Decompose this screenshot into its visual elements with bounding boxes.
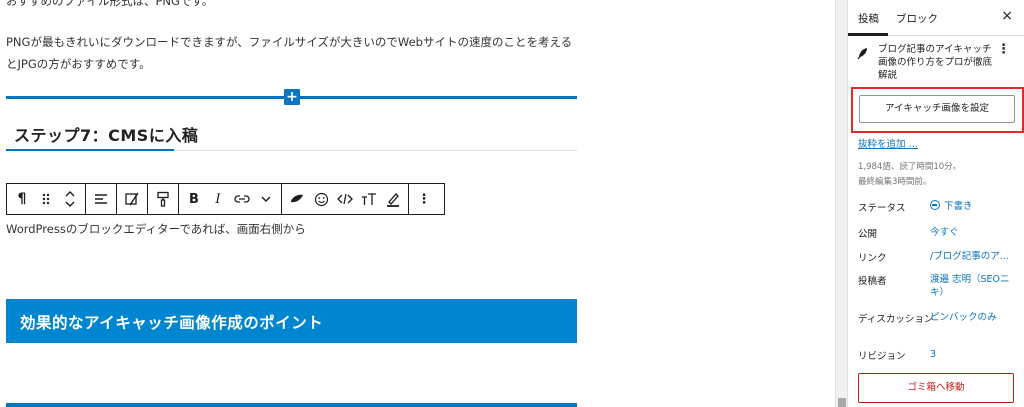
italic-button[interactable]: I xyxy=(206,184,230,214)
italic-label: I xyxy=(215,191,221,207)
style-plugin-icon[interactable] xyxy=(120,184,144,214)
code-icon[interactable] xyxy=(333,184,357,214)
tab-block[interactable]: ブロック xyxy=(896,11,938,26)
active-tab-indicator xyxy=(848,33,888,36)
bold-button[interactable]: B xyxy=(182,184,206,214)
paragraph-block[interactable]: おすすめのファイル形式は、PNGです。 xyxy=(6,0,581,12)
post-title-summary: ブログ記事のアイキャッチ画像の作り方をプロが徹底解説 xyxy=(878,44,993,81)
link-icon[interactable] xyxy=(230,184,254,214)
discussion-value[interactable]: ピンバックのみ xyxy=(930,311,1018,324)
discussion-label: ディスカッション xyxy=(858,314,934,325)
publish-label: 公開 xyxy=(858,229,878,240)
toolbar-group-paint xyxy=(148,184,179,214)
toolbar-group-options: ⋮ xyxy=(409,184,439,214)
marker-icon[interactable] xyxy=(285,184,309,214)
align-left-icon[interactable] xyxy=(89,184,113,214)
move-up-down-icon[interactable] xyxy=(58,184,82,214)
editor-scrollbar[interactable] xyxy=(835,0,847,407)
toolbar-group-format: B I xyxy=(179,184,282,214)
tab-post[interactable]: 投稿 xyxy=(858,11,879,26)
link-label: リンク xyxy=(858,253,887,264)
last-edited-text: 最終編集3時間前。 xyxy=(858,177,932,187)
feather-icon xyxy=(856,45,870,64)
chevron-down-icon[interactable] xyxy=(254,184,278,214)
status-value-text: 下書き xyxy=(944,201,973,212)
paragraph-icon[interactable]: ¶ xyxy=(10,184,34,214)
paragraph-block[interactable]: PNGが最もきれいにダウンロードできますが、ファイルサイズが大きいのでWebサイ… xyxy=(6,31,581,75)
set-featured-image-button[interactable]: アイキャッチ画像を設定 xyxy=(859,95,1015,123)
sidebar-tabs: 投稿 ブロック × xyxy=(848,0,1024,36)
highlight-pen-icon[interactable] xyxy=(381,184,405,214)
toolbar-group-align xyxy=(86,184,117,214)
heading-underline-accent xyxy=(6,149,174,151)
more-options-symbol: ⋮ xyxy=(417,191,431,207)
bold-label: B xyxy=(189,191,199,207)
toolbar-group-block: ¶ xyxy=(7,184,86,214)
emoji-icon[interactable] xyxy=(309,184,333,214)
move-to-trash-button[interactable]: ゴミ箱へ移動 xyxy=(858,373,1014,403)
more-options-icon[interactable]: ⋮ xyxy=(412,184,436,214)
toolbar-group-plugin xyxy=(117,184,148,214)
publish-value[interactable]: 今すぐ xyxy=(930,226,1018,239)
heading-block-h3[interactable]: ステップ7：CMSに入稿 xyxy=(14,122,198,146)
close-icon[interactable]: × xyxy=(1001,8,1013,24)
revisions-value[interactable]: 3 xyxy=(930,348,1018,361)
paint-roller-icon[interactable] xyxy=(151,184,175,214)
font-size-icon[interactable] xyxy=(357,184,381,214)
permalink-value[interactable]: /ブログ記事のア... xyxy=(930,250,1018,263)
heading-block-h2[interactable]: 効果的なアイキャッチ画像作成のポイント xyxy=(6,299,577,343)
drag-handle-icon[interactable] xyxy=(34,184,58,214)
add-excerpt-link[interactable]: 抜粋を追加 … xyxy=(858,136,918,150)
word-count-text: 1,984語、読了時間10分。 xyxy=(858,162,962,172)
paragraph-block-selected[interactable]: WordPressのブロックエディターであれば、画面右側から xyxy=(6,218,581,240)
revisions-label: リビジョン xyxy=(858,351,906,362)
scrollbar-thumb[interactable] xyxy=(838,398,846,407)
block-toolbar: ¶ B I ⋮ xyxy=(6,183,445,215)
author-label: 投稿者 xyxy=(858,276,887,287)
toolbar-group-extras xyxy=(282,184,409,214)
block-separator-line xyxy=(6,403,577,407)
settings-sidebar: 投稿 ブロック × ブログ記事のアイキャッチ画像の作り方をプロが徹底解説 ⋮ ア… xyxy=(847,0,1024,407)
block-inserter-button[interactable]: + xyxy=(284,89,300,105)
draft-status-icon xyxy=(930,200,940,210)
paragraph-symbol: ¶ xyxy=(17,191,27,207)
status-label: ステータス xyxy=(858,203,906,214)
status-value[interactable]: 下書き xyxy=(930,200,1018,213)
post-actions-icon[interactable]: ⋮ xyxy=(997,43,1010,56)
author-value[interactable]: 渡邉 志明（SEOニキ） xyxy=(930,273,1018,299)
heading-h2-text: 効果的なアイキャッチ画像作成のポイント xyxy=(20,314,324,332)
editor-canvas[interactable]: おすすめのファイル形式は、PNGです。 PNGが最もきれいにダウンロードできます… xyxy=(0,0,835,407)
